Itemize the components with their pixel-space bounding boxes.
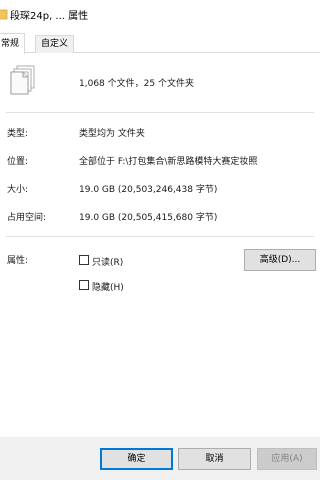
readonly-label[interactable]: 只读(R) — [92, 255, 123, 268]
general-panel — [0, 53, 320, 437]
apply-button[interactable]: 应用(A) — [257, 448, 317, 470]
attributes-label: 属性: — [7, 256, 29, 266]
tab-custom[interactable]: 自定义 — [35, 35, 75, 53]
ok-button[interactable]: 确定 — [100, 448, 173, 470]
size-on-disk-value: 19.0 GB (20,505,415,680 字节) — [79, 213, 218, 223]
readonly-checkbox[interactable] — [79, 255, 89, 265]
hidden-checkbox[interactable] — [79, 280, 89, 290]
file-folder-count: 1,068 个文件，25 个文件夹 — [79, 79, 194, 89]
type-value: 类型均为 文件夹 — [79, 129, 145, 139]
window-title: 段琛24p, ... 属性 — [10, 11, 89, 22]
multiple-files-icon — [8, 65, 36, 99]
folder-icon — [0, 5, 8, 21]
advanced-button[interactable]: 高级(D)... — [244, 249, 316, 271]
tab-bar: 常规 自定义 — [0, 33, 320, 54]
location-value[interactable]: 全部位于 F:\打包集合\新思路模特大赛定妆照 — [79, 154, 257, 167]
size-on-disk-label: 占用空间: — [7, 213, 47, 223]
hidden-label[interactable]: 隐藏(H) — [92, 280, 124, 293]
size-value: 19.0 GB (20,503,246,438 字节) — [79, 185, 218, 195]
cancel-button[interactable]: 取消 — [178, 448, 251, 470]
tab-general[interactable]: 常规 — [0, 33, 26, 54]
location-label: 位置: — [7, 157, 29, 167]
separator — [6, 112, 314, 113]
type-label: 类型: — [7, 129, 29, 139]
size-label: 大小: — [7, 185, 29, 195]
separator — [6, 236, 314, 237]
title-bar: 段琛24p, ... 属性 — [0, 0, 320, 28]
